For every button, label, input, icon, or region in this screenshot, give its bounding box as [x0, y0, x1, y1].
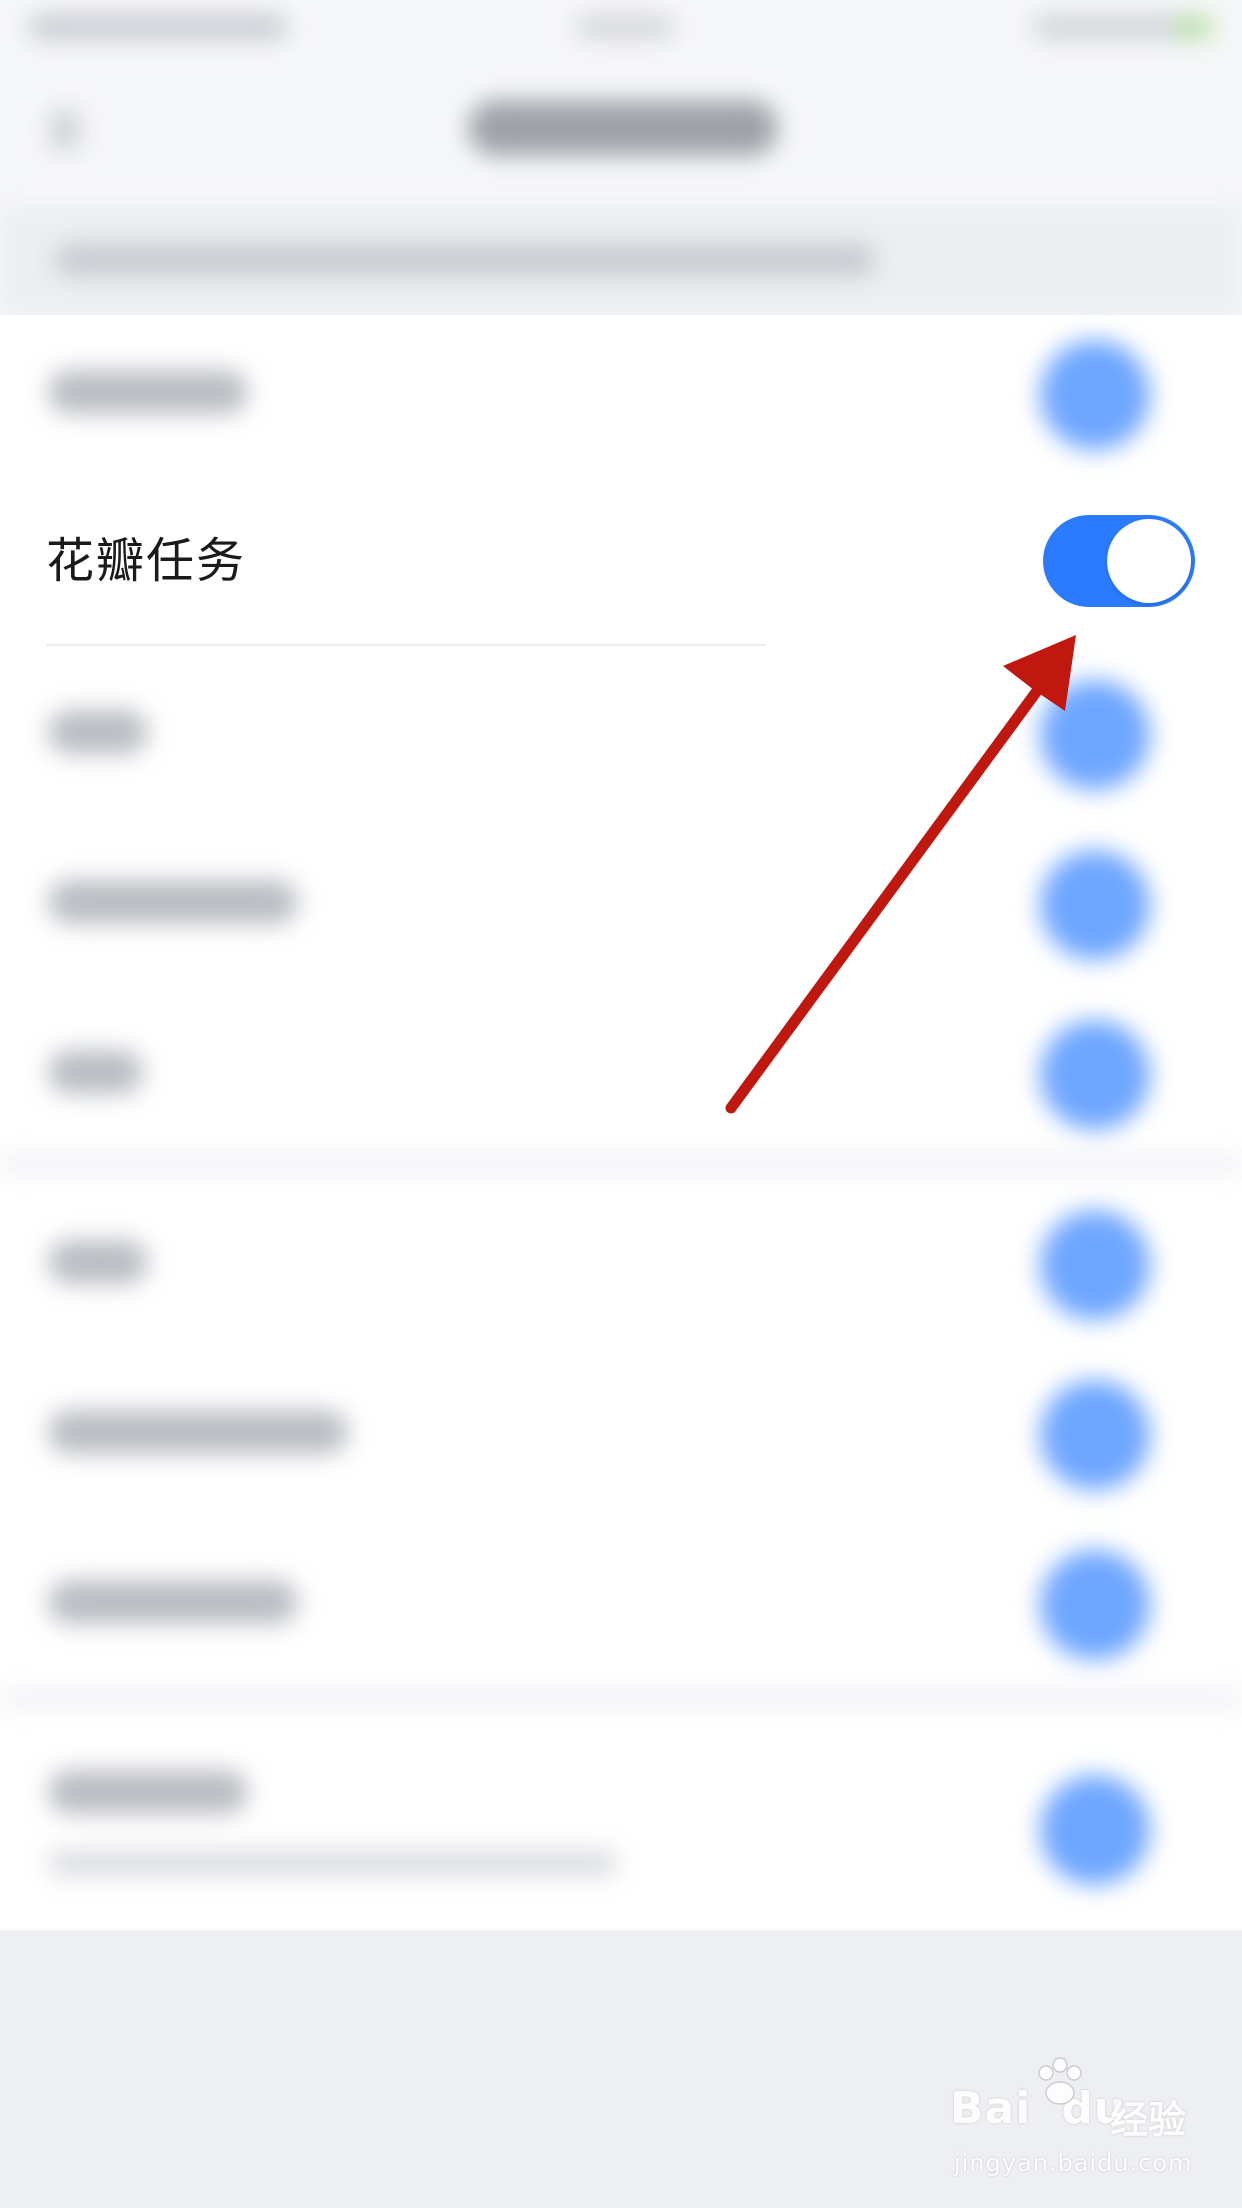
list-item-toggle[interactable]: [1040, 1210, 1150, 1320]
list-item-toggle[interactable]: [1040, 850, 1150, 960]
row-divider: [46, 644, 766, 646]
back-icon[interactable]: [50, 110, 80, 150]
battery-icon: [1174, 16, 1214, 38]
settings-row-petal-tasks: 花瓣任务: [0, 485, 1242, 646]
list-item-description: [48, 1850, 618, 1876]
list-item-label: [48, 1580, 298, 1624]
petal-tasks-toggle[interactable]: [1043, 515, 1195, 607]
status-carrier: [28, 14, 288, 40]
list-item-label: [48, 1050, 143, 1094]
list-item-toggle[interactable]: [1040, 1775, 1150, 1885]
section-divider: [0, 1155, 1242, 1173]
status-bar: [0, 0, 1242, 60]
list-item-label: [48, 1410, 348, 1454]
status-time: [575, 14, 675, 40]
paw-icon: [1038, 2057, 1082, 2105]
list-item-toggle[interactable]: [1040, 340, 1150, 450]
settings-row-label: 花瓣任务: [46, 533, 247, 589]
watermark-url: jingyan.baidu.com: [954, 2149, 1193, 2177]
watermark-brand-cn: 经验: [1110, 2098, 1187, 2142]
page-title: [468, 100, 778, 156]
section-header-text: [55, 245, 875, 275]
list-item-label: [48, 370, 248, 414]
list-item-toggle[interactable]: [1040, 1550, 1150, 1660]
section-divider: [0, 1690, 1242, 1708]
list-item-label: [48, 880, 298, 924]
toggle-knob: [1107, 519, 1191, 603]
list-item-label: [48, 710, 148, 754]
list-item-toggle[interactable]: [1040, 1020, 1150, 1130]
list-item-toggle[interactable]: [1040, 680, 1150, 790]
list-item-toggle[interactable]: [1040, 1380, 1150, 1490]
watermark: Bai du 经验 jingyan.baidu.com: [950, 2057, 1193, 2185]
settings-screen: 花瓣任务 Bai du 经验 jingyan.baidu.com: [0, 0, 1242, 2208]
list-item-label: [48, 1770, 248, 1814]
list-item-label: [48, 1240, 148, 1284]
